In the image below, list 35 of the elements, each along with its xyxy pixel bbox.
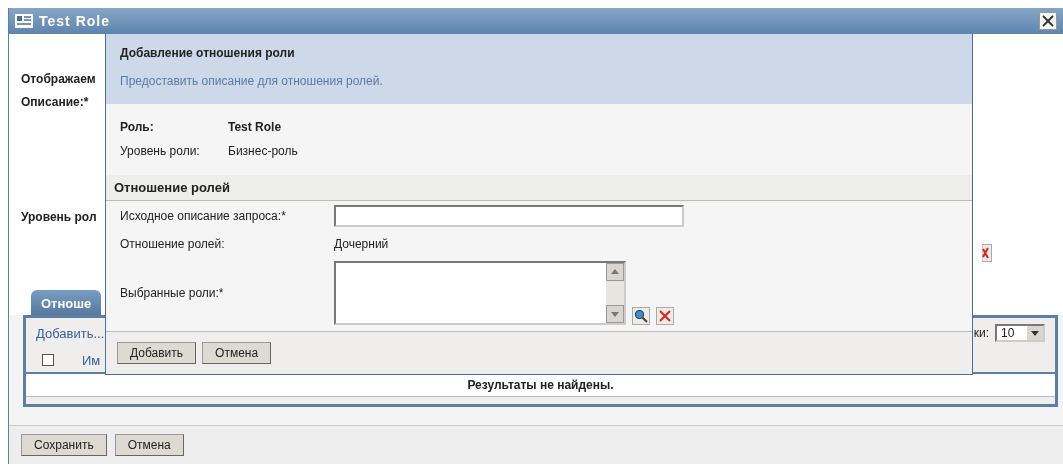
info-label: Уровень роли: [120,143,201,159]
close-icon[interactable] [1039,12,1057,30]
dialog-description: Предоставить описание для отношения ролей. [120,74,384,88]
request-description-field[interactable] [334,205,684,227]
save-button[interactable]: Сохранить [21,434,107,456]
column-header[interactable]: Им [82,352,101,368]
window-icon [15,14,33,28]
selected-roles-list[interactable] [334,261,626,325]
info-label: Роль: [120,120,155,136]
field-label: Отображаем [21,71,96,88]
dropdown-icon [1027,326,1043,340]
rows-per-page-select[interactable]: 10 [995,324,1045,342]
cancel-button[interactable]: Отмена [202,342,272,364]
rows-per-page-label: ки: [973,326,989,340]
add-link[interactable]: Добавить... [36,325,105,341]
scroll-down-icon[interactable] [606,305,624,323]
cancel-button[interactable]: Отмена [114,434,184,456]
window-title: Test Role [39,13,110,29]
delete-icon[interactable] [656,307,674,325]
delete-icon[interactable] [982,244,992,262]
scroll-up-icon[interactable] [606,263,624,281]
field-label: Уровень рол [21,209,97,226]
field-label: Отношение ролей: [120,237,226,251]
select-all-checkbox[interactable] [42,354,54,366]
field-label: Выбранные роли:* [120,286,225,300]
dialog-title: Добавление отношения роли [120,46,296,60]
info-value: Бизнес-роль [228,143,298,159]
search-icon[interactable] [632,307,650,325]
tab[interactable]: Отноше [31,290,102,315]
add-button[interactable]: Добавить [117,342,197,364]
info-value: Test Role [228,120,283,136]
field-label: Исходное описание запроса:* [120,209,287,223]
field-label: Описание:* [21,94,89,111]
field-value: Дочерний [334,237,389,251]
section-header: Отношение ролей [106,175,972,201]
